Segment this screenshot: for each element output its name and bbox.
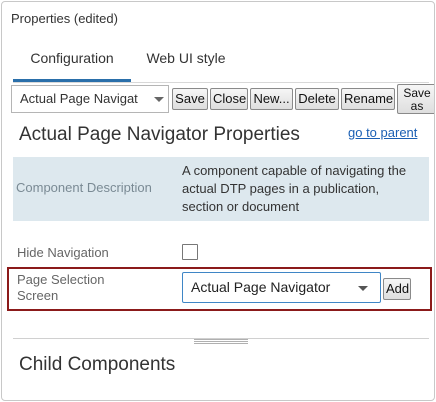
child-components-title: Child Components [19, 354, 176, 375]
component-selector-value: Actual Page Navigat [20, 91, 138, 106]
page-selection-screen-value: Actual Page Navigator [191, 279, 331, 295]
add-button[interactable]: Add [383, 278, 411, 300]
page-selection-screen-select[interactable]: Actual Page Navigator [182, 272, 381, 303]
rename-button[interactable]: Rename [341, 88, 395, 110]
go-to-parent-link[interactable]: go to parent [348, 125, 417, 140]
component-description-row: Component Description A component capabl… [13, 157, 429, 221]
component-description-text: A component capable of navigating the ac… [182, 163, 407, 214]
close-button[interactable]: Close [210, 88, 248, 110]
hide-navigation-label: Hide Navigation [17, 245, 109, 260]
chevron-down-icon [358, 286, 368, 291]
tab-configuration[interactable]: Configuration [13, 40, 131, 82]
splitter-handle[interactable] [194, 339, 248, 344]
chevron-down-icon [154, 97, 164, 102]
component-description-label: Component Description [16, 180, 152, 195]
toolbar: Actual Page Navigat Save Close New... De… [11, 84, 434, 114]
tabs-divider [13, 82, 429, 83]
properties-title: Actual Page Navigator Properties [19, 124, 300, 145]
tab-web-ui-style[interactable]: Web UI style [131, 40, 241, 82]
new-button[interactable]: New... [250, 88, 293, 110]
save-button[interactable]: Save [172, 88, 208, 110]
panel-title: Properties (edited) [11, 11, 118, 26]
tab-bar: Configuration Web UI style [13, 40, 429, 82]
component-selector[interactable]: Actual Page Navigat [11, 85, 169, 113]
properties-panel: Properties (edited) Configuration Web UI… [1, 1, 435, 401]
delete-button[interactable]: Delete [295, 88, 339, 110]
save-as-button[interactable]: Save as [397, 84, 434, 114]
hide-navigation-checkbox[interactable] [182, 244, 198, 260]
page-selection-screen-label: Page Selection Screen [17, 272, 105, 303]
